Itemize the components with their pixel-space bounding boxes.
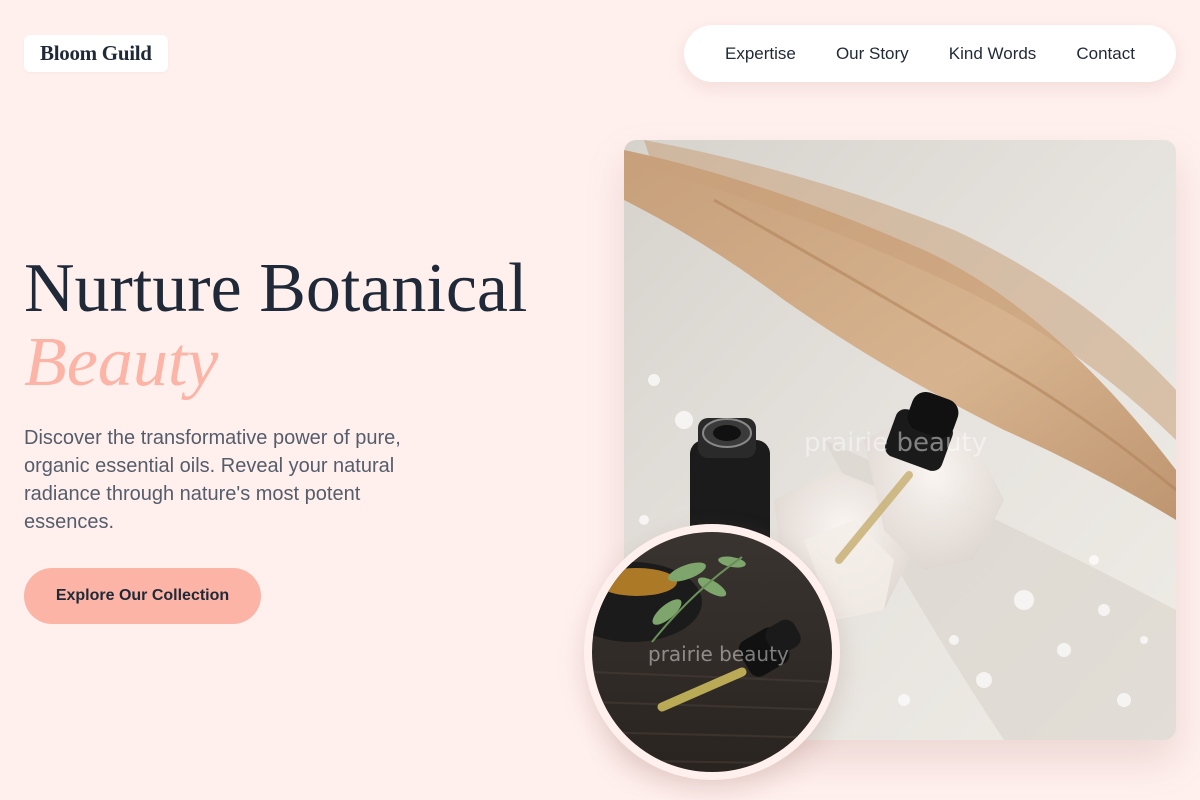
nav-item-kind-words[interactable]: Kind Words: [949, 44, 1037, 64]
nav-item-contact[interactable]: Contact: [1076, 44, 1135, 64]
nav-item-expertise[interactable]: Expertise: [725, 44, 796, 64]
explore-collection-button[interactable]: Explore Our Collection: [24, 568, 261, 624]
hero-accent-word: Beauty: [24, 324, 219, 401]
secondary-product-image: prairie beauty: [584, 524, 840, 780]
oil-dropper-photo: prairie beauty: [592, 532, 832, 772]
hero-title: Nurture Botanical: [24, 250, 528, 327]
hero-description: Discover the transformative power of pur…: [24, 427, 401, 533]
dropper-on-wood-photo: [592, 532, 832, 772]
nav-item-our-story[interactable]: Our Story: [836, 44, 909, 64]
brand-logo[interactable]: Bloom Guild: [24, 35, 168, 72]
main-nav: Expertise Our Story Kind Words Contact: [684, 25, 1176, 82]
brand-name: Bloom Guild: [40, 41, 152, 65]
